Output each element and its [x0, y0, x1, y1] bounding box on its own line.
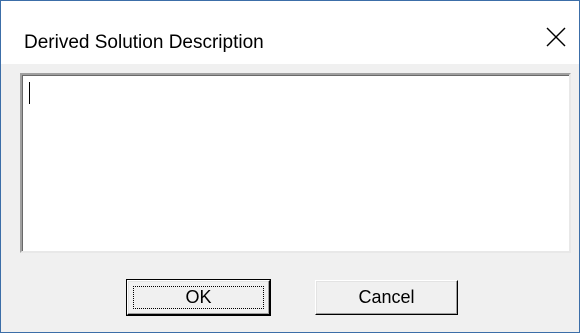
dialog-title: Derived Solution Description: [24, 32, 264, 53]
close-icon: [546, 27, 566, 47]
title-bar[interactable]: Derived Solution Description: [1, 1, 579, 64]
text-caret: [29, 82, 30, 104]
cancel-button[interactable]: Cancel: [315, 280, 458, 315]
description-textarea[interactable]: [20, 73, 571, 253]
ok-button[interactable]: OK: [126, 279, 271, 316]
dialog-window: Derived Solution Description OK Cancel: [0, 0, 580, 333]
ok-button-label: OK: [185, 287, 212, 307]
cancel-button-label: Cancel: [358, 287, 415, 307]
description-textarea-inner: [22, 75, 569, 251]
close-button[interactable]: [533, 17, 579, 61]
